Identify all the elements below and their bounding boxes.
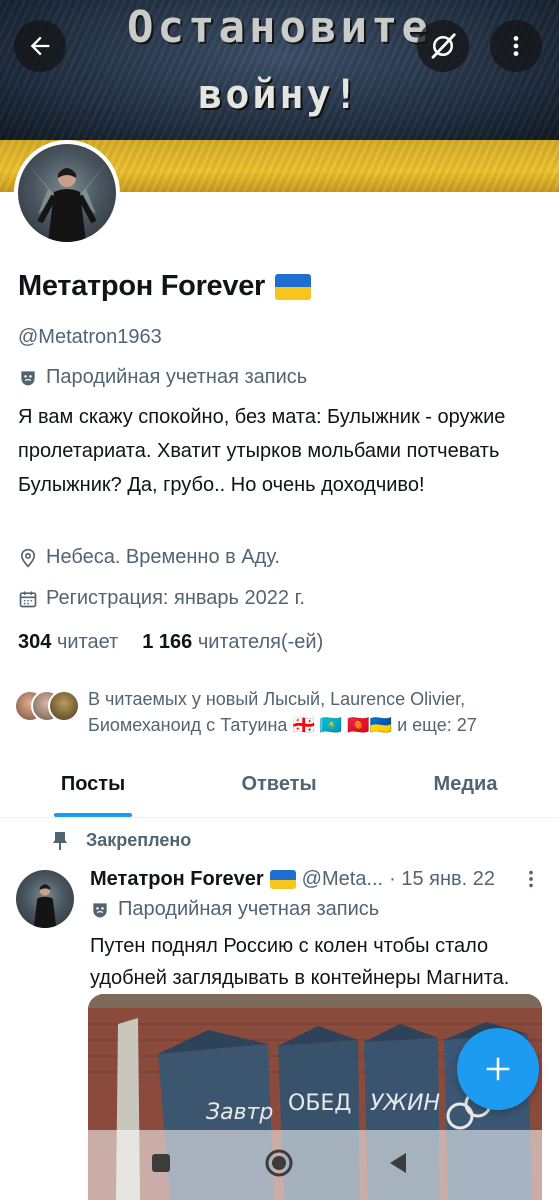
graffiti-text-2: ОБЕД [288,1091,352,1116]
join-date-text: Регистрация: январь 2022 г. [46,587,305,609]
pinned-indicator: Закреплено [52,830,191,851]
profile-bio: Я вам скажу спокойно, без мата: Булыжник… [18,406,506,496]
graffiti-text-1: Завтр [206,1100,273,1125]
theater-mask-icon [93,902,107,917]
nav-back-button[interactable] [386,1151,410,1180]
post-parody-label[interactable]: Пародийная учетная запись [90,898,379,921]
square-icon [151,1153,170,1172]
post-author-name[interactable]: Метатрон Forever [90,868,264,891]
ukraine-flag-emoji [275,273,312,300]
pin-icon [53,831,67,850]
profile-tabs: Посты Ответы Медиа [0,752,559,818]
grok-button[interactable] [417,20,469,72]
profile-handle: @Metatron1963 [18,326,162,348]
triangle-back-icon [389,1152,406,1173]
parody-account-label[interactable]: Пародийная учетная запись [18,366,307,389]
graffiti-text-3: УЖИН [370,1091,440,1116]
followers-label: читателя(-ей) [197,631,324,653]
more-vertical-icon [513,36,519,56]
tab-posts[interactable]: Посты [0,752,186,817]
profile-location: Небеса. Временно в Аду. [18,546,280,569]
circle-icon [265,1149,292,1176]
followed-by-row[interactable]: В читаемых у новый Лысый, Laurence Olivi… [14,686,544,738]
avatar [48,690,80,722]
back-button[interactable] [14,20,66,72]
followers-count: 1 166 [142,631,193,653]
more-options-button[interactable] [490,20,542,72]
banner-text-line2: войну! [198,72,361,118]
location-text: Небеса. Временно в Аду. [46,546,280,568]
system-navigation-bar [0,1130,559,1200]
ukraine-flag-emoji [269,870,296,889]
following-label: читает [56,631,119,653]
plus-icon [486,1057,510,1081]
post-author-avatar[interactable] [16,870,74,928]
post-parody-text: Пародийная учетная запись [118,898,380,920]
more-vertical-icon [529,870,533,888]
post-author-handle[interactable]: @Meta... [302,868,383,891]
tab-replies[interactable]: Ответы [186,752,372,817]
follow-stats: 304 читает 1 166 читателя(-ей) [18,631,323,654]
grok-icon [431,33,456,59]
tab-media[interactable]: Медиа [372,752,559,817]
location-pin-icon [20,548,36,568]
home-button[interactable] [264,1148,294,1183]
compose-post-button[interactable] [457,1028,539,1110]
theater-mask-icon [21,370,35,385]
following-link[interactable]: 304 читает [18,631,118,654]
post-text: Путен поднял Россию с колен чтобы стало … [90,935,510,989]
recents-button[interactable] [150,1152,172,1179]
display-name: Метатрон Forever [18,270,266,302]
profile-name-row: Метатрон Forever [18,270,312,303]
pinned-label: Закреплено [86,830,192,850]
parody-label-text: Пародийная учетная запись [46,366,308,388]
post-more-button[interactable] [520,868,542,895]
followed-by-avatars [14,686,82,722]
profile-join-date: Регистрация: январь 2022 г. [18,587,305,610]
banner-text-line1: Остановите [127,2,432,53]
profile-avatar[interactable] [14,140,120,246]
post-date[interactable]: · 15 янв. 22 [389,868,495,891]
followed-by-text: В читаемых у новый Лысый, Laurence Olivi… [88,689,477,735]
avatar-figure [28,164,106,242]
following-count: 304 [18,631,52,653]
avatar-image [18,144,116,242]
post-header: Метатрон Forever @Meta... · 15 янв. 22 [90,868,520,891]
arrow-left-icon [30,36,50,56]
calendar-icon [19,591,37,607]
followers-link[interactable]: 1 166 читателя(-ей) [142,631,323,654]
avatar-figure [33,884,57,928]
